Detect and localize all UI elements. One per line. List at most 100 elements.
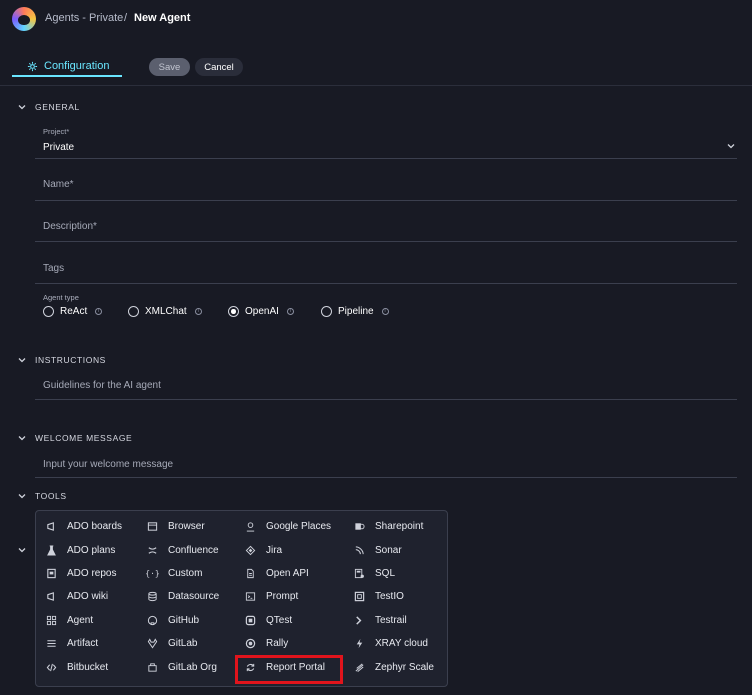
- tool-label: Bitbucket: [67, 661, 109, 673]
- field-underline: [35, 399, 737, 400]
- tab-configuration-label: Configuration: [44, 60, 110, 72]
- save-button[interactable]: Save: [149, 58, 190, 76]
- tool-label: ADO repos: [67, 567, 117, 579]
- sql-icon: [353, 567, 366, 580]
- tool-github[interactable]: GitHub: [146, 610, 199, 630]
- ado-icon: [45, 520, 58, 533]
- tool-label: Confluence: [168, 544, 219, 556]
- info-icon[interactable]: i: [286, 308, 294, 315]
- app-logo[interactable]: [12, 7, 36, 31]
- tool-label: GitHub: [168, 614, 200, 626]
- radio-react[interactable]: ReAct i: [43, 306, 103, 317]
- tool-label: Sonar: [375, 544, 402, 556]
- tool-google-places[interactable]: Google Places: [244, 516, 331, 536]
- chevron-down-icon[interactable]: [726, 141, 736, 151]
- welcome-field[interactable]: Input your welcome message: [43, 459, 173, 470]
- tool-agent[interactable]: Agent: [45, 610, 93, 630]
- terminal-icon: [244, 590, 257, 603]
- project-select[interactable]: Private: [43, 142, 74, 153]
- field-underline: [35, 200, 737, 201]
- tool-xray-cloud[interactable]: XRAY cloud: [353, 633, 428, 653]
- tool-label: GitLab Org: [168, 661, 217, 673]
- list-icon: [45, 637, 58, 650]
- chevron-down-icon[interactable]: [17, 102, 27, 112]
- database-icon: [146, 590, 159, 603]
- tool-browser[interactable]: Browser: [146, 516, 205, 536]
- tool-label: Jira: [266, 544, 283, 556]
- tool-confluence[interactable]: Confluence: [146, 540, 219, 560]
- tool-rally[interactable]: Rally: [244, 633, 288, 653]
- breadcrumb-parent[interactable]: Agents - Private: [45, 12, 123, 24]
- tool-bitbucket[interactable]: Bitbucket: [45, 657, 108, 677]
- chevron-down-icon[interactable]: [17, 355, 27, 365]
- tool-ado-plans[interactable]: ADO plans: [45, 540, 115, 560]
- gitlab-icon: [146, 637, 159, 650]
- tool-label: QTest: [266, 614, 293, 626]
- project-label: Project*: [43, 127, 70, 136]
- qtest-icon: [244, 614, 257, 627]
- radio-circle[interactable]: [43, 306, 54, 317]
- info-icon[interactable]: i: [381, 308, 389, 315]
- tool-jira[interactable]: Jira: [244, 540, 282, 560]
- tool-label: XRAY cloud: [375, 637, 428, 649]
- gitlab-org-icon: [146, 661, 159, 674]
- section-title-general: GENERAL: [35, 102, 80, 112]
- description-field[interactable]: Description*: [43, 221, 97, 232]
- highlight-box-report-portal: [235, 655, 343, 684]
- instructions-field[interactable]: Guidelines for the AI agent: [43, 380, 161, 391]
- info-icon[interactable]: i: [194, 308, 202, 315]
- name-field[interactable]: Name*: [43, 179, 74, 190]
- tool-label: Zephyr Scale: [375, 661, 434, 673]
- tool-label: ADO wiki: [67, 590, 109, 602]
- tool-ado-repos[interactable]: ADO repos: [45, 563, 116, 583]
- tags-field[interactable]: Tags: [43, 263, 64, 274]
- tool-artifact[interactable]: Artifact: [45, 633, 98, 653]
- tool-label: Testrail: [375, 614, 407, 626]
- tool-sql[interactable]: SQL: [353, 563, 395, 583]
- field-underline: [35, 283, 737, 284]
- chevron-down-icon[interactable]: [17, 433, 27, 443]
- info-icon[interactable]: i: [95, 308, 103, 315]
- tool-sonar[interactable]: Sonar: [353, 540, 402, 560]
- tool-label: SQL: [375, 567, 396, 579]
- tool-zephyr-scale[interactable]: Zephyr Scale: [353, 657, 434, 677]
- grid-icon: [45, 614, 58, 627]
- tool-open-api[interactable]: Open API: [244, 563, 309, 583]
- tab-configuration[interactable]: Configuration: [12, 56, 122, 76]
- tool-qtest[interactable]: QTest: [244, 610, 292, 630]
- repo-icon: [45, 567, 58, 580]
- tool-testrail[interactable]: Testrail: [353, 610, 407, 630]
- tool-prompt[interactable]: Prompt: [244, 586, 298, 606]
- tool-ado-wiki[interactable]: ADO wiki: [45, 586, 108, 606]
- radio-xmlchat[interactable]: XMLChat i: [128, 306, 202, 317]
- tool-label: Google Places: [266, 520, 332, 532]
- tool-custom[interactable]: {·} Custom: [145, 563, 202, 583]
- jira-icon: [244, 544, 257, 557]
- tool-label: ADO plans: [67, 544, 116, 556]
- radio-openai[interactable]: OpenAI i: [228, 306, 294, 317]
- flask-icon: [45, 544, 58, 557]
- radio-label: Pipeline: [338, 306, 374, 317]
- radio-circle-selected[interactable]: [228, 306, 239, 317]
- field-underline: [35, 158, 737, 159]
- tool-label: Datasource: [168, 590, 220, 602]
- radio-pipeline[interactable]: Pipeline i: [321, 306, 389, 317]
- radio-circle[interactable]: [321, 306, 332, 317]
- agent-type-label: Agent type: [43, 293, 79, 302]
- chevron-down-icon[interactable]: [17, 545, 27, 555]
- tool-testio[interactable]: TestIO: [353, 586, 404, 606]
- radio-circle[interactable]: [128, 306, 139, 317]
- tool-label: Browser: [168, 520, 205, 532]
- file-icon: [244, 567, 257, 580]
- rally-icon: [244, 637, 257, 650]
- browser-icon: [146, 520, 159, 533]
- chevron-down-icon[interactable]: [17, 491, 27, 501]
- tool-gitlab-org[interactable]: GitLab Org: [146, 657, 217, 677]
- cancel-button[interactable]: Cancel: [195, 58, 243, 76]
- tool-ado-boards[interactable]: ADO boards: [45, 516, 122, 536]
- section-title-instructions: INSTRUCTIONS: [35, 355, 106, 365]
- tool-sharepoint[interactable]: Sharepoint: [353, 516, 423, 536]
- testio-icon: [353, 590, 366, 603]
- tool-gitlab[interactable]: GitLab: [146, 633, 197, 653]
- tool-datasource[interactable]: Datasource: [146, 586, 219, 606]
